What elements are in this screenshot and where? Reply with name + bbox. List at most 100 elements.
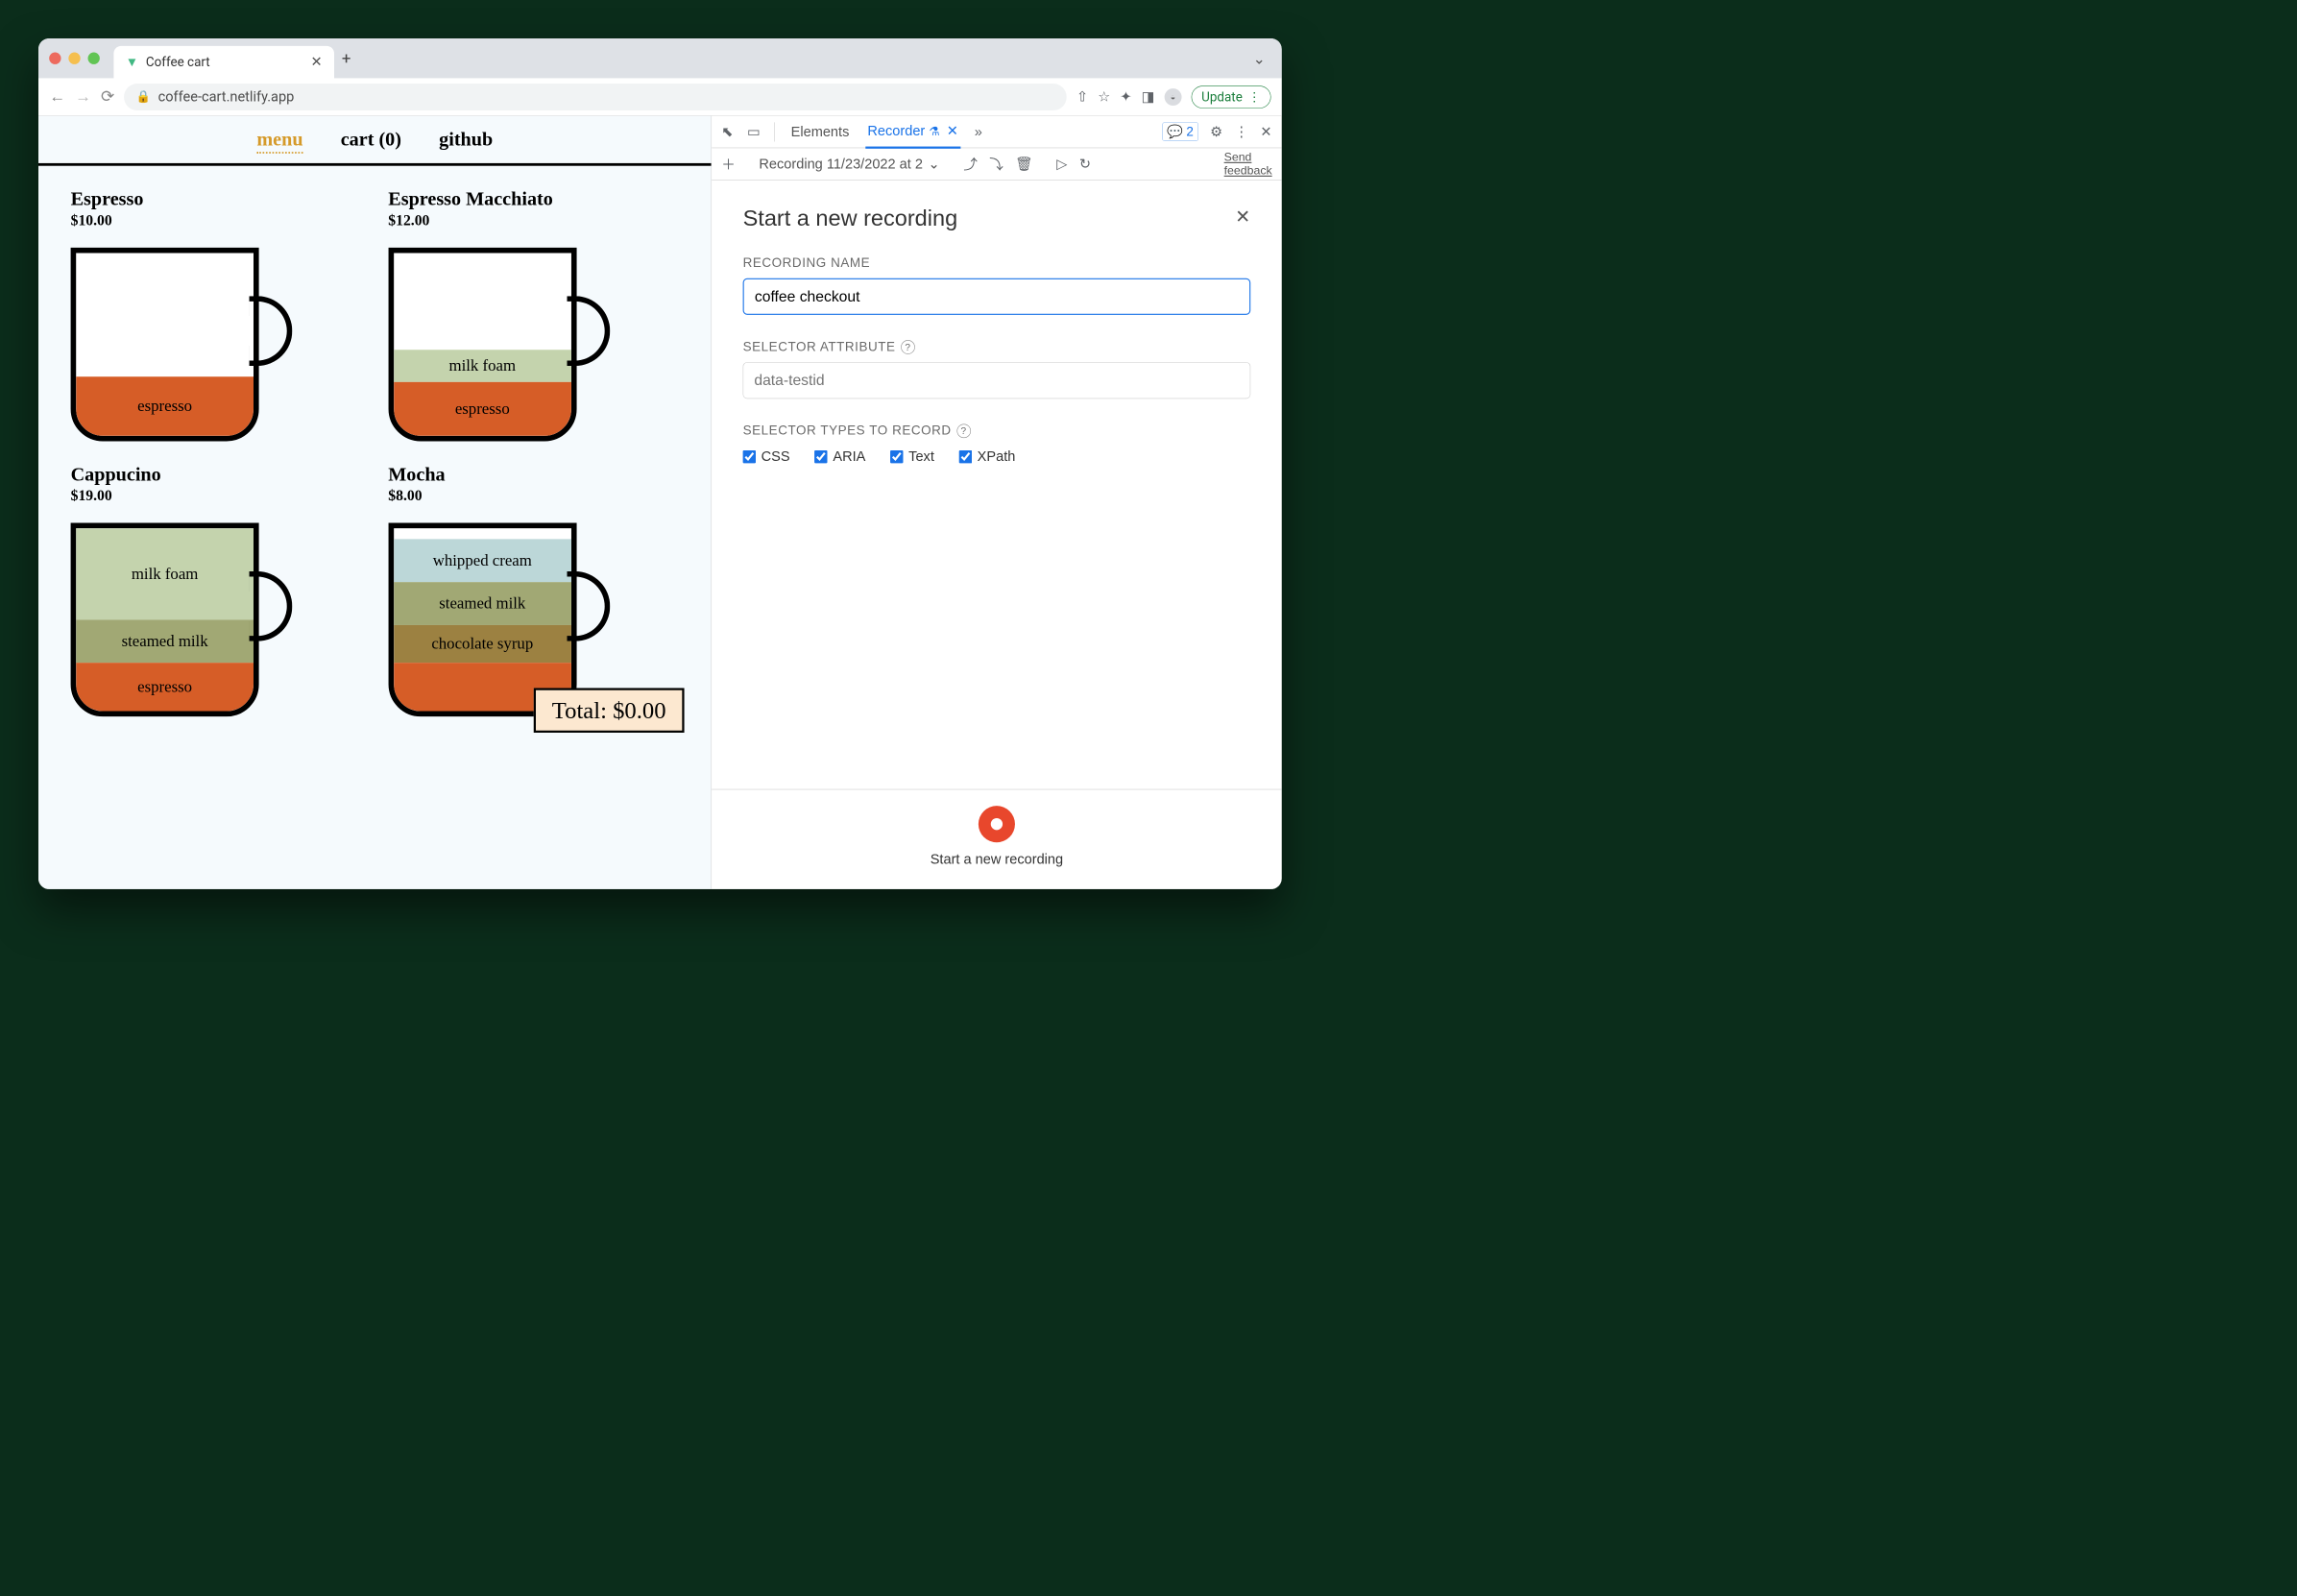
settings-icon[interactable]: ⚙ [1210, 123, 1222, 139]
start-recording-label: Start a new recording [712, 851, 1282, 867]
sidepanel-icon[interactable]: ◨ [1142, 88, 1155, 105]
selector-types-label: SELECTOR TYPES TO RECORD ? [743, 423, 1251, 439]
checkbox-xpath[interactable]: XPath [959, 448, 1016, 465]
close-window-button[interactable] [49, 53, 60, 64]
coffee-cup[interactable]: milk foam steamed milk espresso [71, 512, 297, 716]
coffee-cup[interactable]: espresso [71, 237, 297, 442]
checkbox-aria[interactable]: ARIA [814, 448, 865, 465]
export-icon[interactable]: ⤴ [963, 154, 978, 174]
cup-handle [567, 296, 610, 366]
help-icon[interactable]: ? [956, 424, 971, 439]
nav-link-cart[interactable]: cart (0) [341, 128, 401, 154]
layer-chocolate: chocolate syrup [394, 625, 571, 663]
menu-item-cappucino: Cappucino $19.00 milk foam steamed milk … [71, 463, 362, 716]
update-button[interactable]: Update⋮ [1192, 85, 1271, 109]
checkbox-text[interactable]: Text [890, 448, 934, 465]
more-tabs-icon[interactable]: » [975, 123, 982, 139]
address-bar[interactable]: 🔒 coffee-cart.netlify.app [124, 84, 1067, 110]
recorder-footer: Start a new recording [712, 789, 1282, 889]
add-recording-icon[interactable]: ＋ [721, 154, 736, 174]
vue-favicon-icon: ▼ [126, 55, 138, 70]
layer-steamedmilk: steamed milk [76, 619, 254, 663]
item-name: Cappucino [71, 463, 362, 486]
recording-name-label: RECORDING NAME [743, 255, 1251, 271]
minimize-window-button[interactable] [68, 53, 80, 64]
bookmark-icon[interactable]: ☆ [1098, 88, 1110, 105]
item-name: Espresso [71, 187, 362, 210]
layer-milkfoam: milk foam [394, 350, 571, 382]
cart-total[interactable]: Total: $0.00 [534, 688, 685, 732]
share-icon[interactable]: ⇧ [1076, 88, 1088, 105]
tab-elements[interactable]: Elements [788, 116, 851, 148]
coffee-cup[interactable]: milk foam espresso [388, 237, 614, 442]
coffee-cup[interactable]: whipped cream steamed milk chocolate syr… [388, 512, 614, 716]
replay-icon[interactable]: ▷ [1056, 156, 1067, 172]
window-titlebar: ▼ Coffee cart ✕ + ⌄ [38, 38, 1282, 78]
new-tab-button[interactable]: + [342, 49, 351, 68]
delete-icon[interactable]: 🗑 [1015, 156, 1032, 172]
close-tab-icon[interactable]: ✕ [310, 54, 322, 70]
close-devtools-icon[interactable]: ✕ [1260, 123, 1271, 139]
tab-title: Coffee cart [146, 55, 303, 70]
item-name: Mocha [388, 463, 679, 486]
issues-badge[interactable]: 💬 2 [1162, 122, 1198, 141]
reload-button[interactable]: ⟳ [101, 87, 114, 107]
performance-icon[interactable]: ↻ [1079, 156, 1091, 172]
recording-name-input[interactable] [743, 278, 1251, 315]
menu-item-macchiato: Espresso Macchiato $12.00 milk foam espr… [388, 187, 679, 441]
layer-espresso: espresso [394, 382, 571, 436]
cup-handle [250, 571, 293, 641]
back-button[interactable]: ← [49, 87, 65, 107]
url-toolbar: ← → ⟳ 🔒 coffee-cart.netlify.app ⇧ ☆ ✦ ◨ … [38, 78, 1282, 115]
kebab-menu-icon[interactable]: ⋮ [1235, 123, 1249, 139]
checkbox-css[interactable]: CSS [743, 448, 790, 465]
cup-handle [250, 296, 293, 366]
close-panel-icon[interactable]: ✕ [1235, 206, 1250, 228]
url-text: coffee-cart.netlify.app [158, 88, 295, 105]
item-price: $8.00 [388, 488, 679, 505]
device-toggle-icon[interactable]: ▭ [747, 123, 761, 139]
flask-icon: ⚗ [929, 125, 939, 138]
layer-espresso: espresso [76, 663, 254, 711]
webpage: menu cart (0) github Espresso $10.00 esp… [38, 116, 712, 889]
help-icon[interactable]: ? [901, 340, 915, 354]
menu-item-espresso: Espresso $10.00 espresso [71, 187, 362, 441]
item-price: $19.00 [71, 488, 362, 505]
layer-espresso: espresso [76, 376, 254, 436]
browser-window: ▼ Coffee cart ✕ + ⌄ ← → ⟳ 🔒 coffee-cart.… [38, 38, 1282, 889]
cup-handle [567, 571, 610, 641]
recording-select[interactable]: Recording 11/23/2022 at 2 ⌄ [759, 156, 939, 172]
layer-milkfoam: milk foam [76, 528, 254, 619]
menu-item-mocha: Mocha $8.00 whipped cream steamed milk c… [388, 463, 679, 716]
browser-tab[interactable]: ▼ Coffee cart ✕ [113, 46, 334, 79]
nav-link-github[interactable]: github [439, 128, 493, 154]
recorder-body: Start a new recording ✕ RECORDING NAME S… [712, 181, 1282, 789]
item-name: Espresso Macchiato [388, 187, 679, 210]
layer-steamedmilk: steamed milk [394, 582, 571, 625]
extensions-icon[interactable]: ✦ [1120, 88, 1131, 105]
chevron-down-icon: ⌄ [929, 156, 940, 172]
import-icon[interactable]: ⤵ [989, 154, 1003, 174]
selector-attr-label: SELECTOR ATTRIBUTE ? [743, 340, 1251, 355]
selector-types-row: CSS ARIA Text XPath [743, 448, 1251, 465]
panel-heading: Start a new recording [743, 206, 1251, 231]
close-tab-icon[interactable]: ✕ [947, 122, 958, 138]
inspect-icon[interactable]: ⬉ [721, 123, 733, 139]
forward-button[interactable]: → [75, 87, 91, 107]
content-area: menu cart (0) github Espresso $10.00 esp… [38, 116, 1282, 889]
send-feedback-link[interactable]: Send feedback [1224, 151, 1272, 177]
chat-icon: 💬 [1167, 124, 1183, 139]
profile-avatar[interactable]: ◒ [1165, 88, 1182, 106]
recorder-toolbar: ＋ Recording 11/23/2022 at 2 ⌄ ⤴ ⤵ 🗑 ▷ ↻ … [712, 148, 1282, 181]
page-nav: menu cart (0) github [38, 116, 712, 166]
tabs-dropdown-icon[interactable]: ⌄ [1253, 49, 1266, 66]
tab-recorder[interactable]: Recorder ⚗ ✕ [865, 116, 960, 149]
maximize-window-button[interactable] [88, 53, 100, 64]
start-recording-button[interactable] [979, 806, 1015, 842]
item-price: $12.00 [388, 212, 679, 230]
lock-icon: 🔒 [135, 90, 150, 104]
nav-link-menu[interactable]: menu [256, 128, 302, 154]
devtools-tabbar: ⬉ ▭ Elements Recorder ⚗ ✕ » 💬 2 ⚙ ⋮ [712, 116, 1282, 149]
selector-attr-input[interactable] [743, 362, 1251, 399]
menu-grid: Espresso $10.00 espresso Espresso Macchi… [38, 166, 712, 738]
